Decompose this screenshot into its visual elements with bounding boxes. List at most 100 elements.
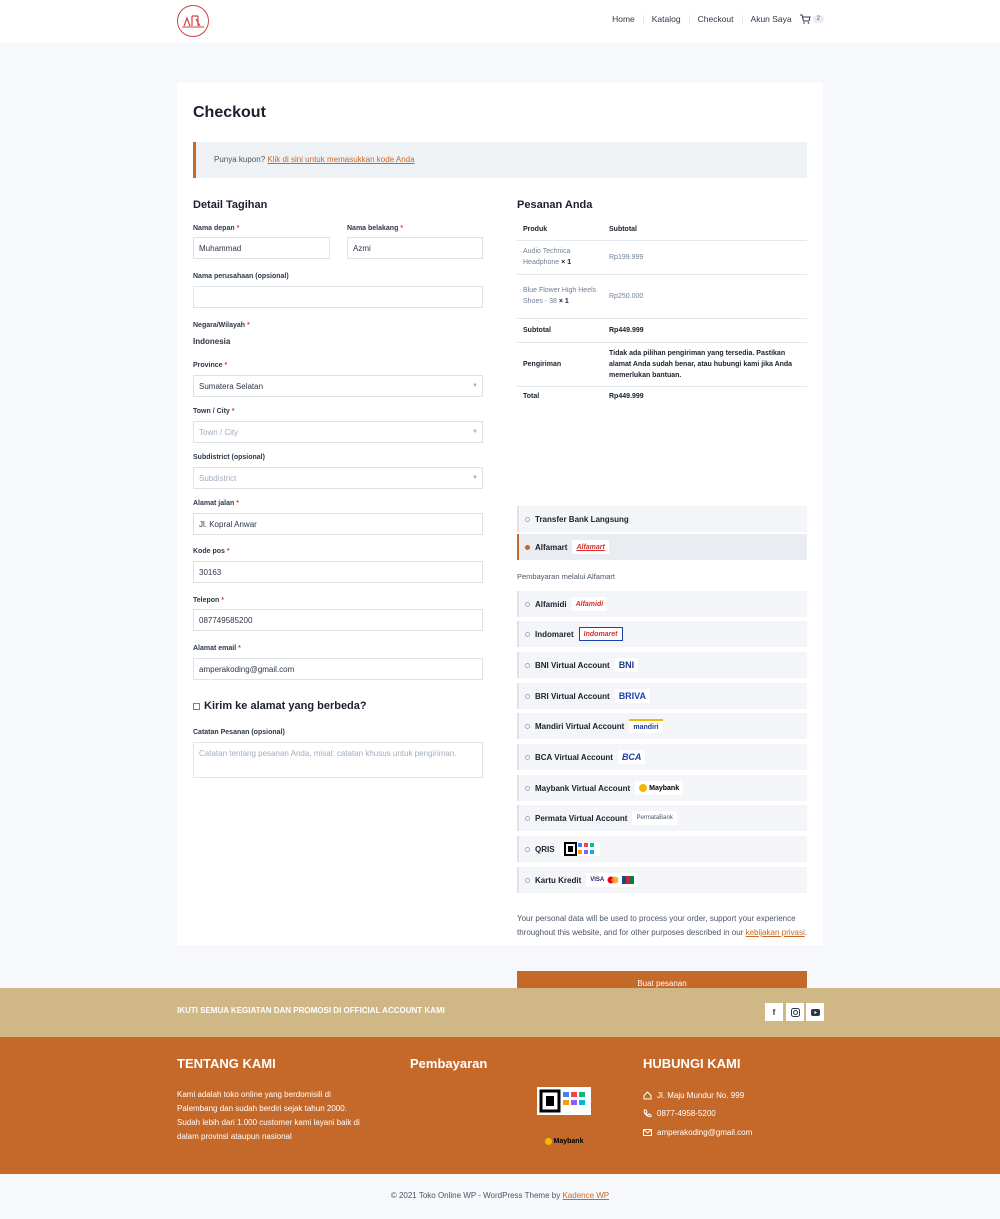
payment-option-credit-card[interactable]: Kartu Kredit VISA xyxy=(517,867,807,893)
payment-option-alfamart[interactable]: Alfamart Alfamart xyxy=(517,534,807,560)
product-name: Audio Technica Headphone × 1 xyxy=(517,239,603,274)
credit-link[interactable]: Kadence WP xyxy=(562,1191,609,1200)
copyright: © 2021 Toko Online WP - WordPress Theme … xyxy=(390,1191,610,1200)
footer-social-bar: IKUTI SEMUA KEGIATAN DAN PROMOSI DI OFFI… xyxy=(0,988,1000,1037)
nav-separator xyxy=(741,14,743,24)
coupon-notice: Punya kupon? Klik di sini untuk memasukk… xyxy=(193,142,807,178)
checkout-card: Checkout Punya kupon? Klik di sini untuk… xyxy=(177,83,823,995)
phone-label: Telepon * xyxy=(193,597,225,604)
nav-akun-saya[interactable]: Akun Saya xyxy=(751,14,792,24)
nav-home[interactable]: Home xyxy=(612,14,635,24)
payment-label: Indomaret xyxy=(535,629,574,639)
province-select[interactable]: Sumatera Selatan ▼ xyxy=(193,375,483,397)
town-select[interactable]: Town / City ▼ xyxy=(193,421,483,443)
radio-icon[interactable] xyxy=(525,754,530,760)
first-name-label: Nama depan * xyxy=(193,225,240,232)
radio-icon[interactable] xyxy=(525,723,530,729)
jcb-icon xyxy=(622,876,635,884)
payment-option-mandiri[interactable]: Mandiri Virtual Account mandiri xyxy=(517,713,807,739)
youtube-icon[interactable] xyxy=(806,1003,824,1021)
maybank-footer-logo: Maybank xyxy=(537,1134,591,1148)
instagram-icon[interactable] xyxy=(786,1003,804,1021)
col-product: Produk xyxy=(523,225,548,233)
email-input[interactable]: amperakoding@gmail.com xyxy=(193,658,483,680)
payment-label: Alfamidi xyxy=(535,599,567,609)
first-name-input[interactable]: Muhammad xyxy=(193,237,330,259)
payment-option-maybank[interactable]: Maybank Virtual Account Maybank xyxy=(517,775,807,801)
payment-option-alfamidi[interactable]: Alfamidi Alfamidi xyxy=(517,591,807,617)
payment-label: Maybank Virtual Account xyxy=(535,783,631,793)
privacy-notice: Your personal data will be used to proce… xyxy=(517,914,807,937)
contact-email[interactable]: amperakoding@gmail.com xyxy=(643,1128,752,1137)
payment-label: BCA Virtual Account xyxy=(535,752,613,762)
card-logos: VISA xyxy=(586,873,639,887)
radio-icon[interactable] xyxy=(525,693,530,699)
main-nav: Home Katalog Checkout Akun Saya 2 xyxy=(612,14,824,24)
radio-icon[interactable] xyxy=(525,631,530,637)
payment-option-bank-transfer[interactable]: Transfer Bank Langsung xyxy=(517,506,807,532)
order-notes-textarea[interactable]: Catatan tentang pesanan Anda, misal: cat… xyxy=(193,742,483,778)
nav-katalog[interactable]: Katalog xyxy=(652,14,681,24)
payment-title: Pembayaran xyxy=(410,1056,488,1071)
checkbox-box[interactable] xyxy=(193,702,200,710)
shipping-label: Pengiriman xyxy=(517,341,603,386)
address-input[interactable]: Jl. Kopral Anwar xyxy=(193,513,483,535)
payment-label: Mandiri Virtual Account xyxy=(535,721,625,731)
coupon-link[interactable]: Klik di sini untuk memasukkan kode Anda xyxy=(267,155,414,164)
contact-phone[interactable]: 0877-4958-5200 xyxy=(643,1109,716,1118)
social-bar-text: IKUTI SEMUA KEGIATAN DAN PROMOSI DI OFFI… xyxy=(177,1006,445,1015)
about-title: TENTANG KAMI xyxy=(177,1056,276,1071)
radio-icon[interactable] xyxy=(525,815,530,821)
town-label: Town / City * xyxy=(193,408,235,415)
mandiri-logo: mandiri xyxy=(629,719,663,733)
subdistrict-select[interactable]: Subdistrict ▼ xyxy=(193,467,483,489)
chevron-down-icon: ▼ xyxy=(472,429,478,435)
order-item-row: Audio Technica Headphone × 1 Rp199.999 xyxy=(517,239,807,274)
payment-description: Pembayaran melalui Alfamart xyxy=(517,572,615,581)
qris-footer-logo xyxy=(537,1087,591,1115)
radio-icon[interactable] xyxy=(525,601,530,607)
payment-label: Kartu Kredit xyxy=(535,875,582,885)
payment-label: Transfer Bank Langsung xyxy=(535,514,629,524)
payment-option-indomaret[interactable]: Indomaret Indomaret xyxy=(517,621,807,647)
radio-icon[interactable] xyxy=(525,877,530,883)
subtotal-label: Subtotal xyxy=(517,317,603,342)
payment-option-permata[interactable]: Permata Virtual Account PermataBank xyxy=(517,805,807,831)
order-table: Produk Subtotal Audio Technica Headphone … xyxy=(517,219,807,407)
radio-icon[interactable] xyxy=(525,662,530,668)
col-subtotal: Subtotal xyxy=(609,225,637,233)
last-name-input[interactable]: Azmi xyxy=(347,237,483,259)
notes-label: Catatan Pesanan (opsional) xyxy=(193,729,285,736)
privacy-policy-link[interactable]: kebijakan privasi xyxy=(746,928,805,937)
payment-option-bri[interactable]: BRI Virtual Account BRIVA xyxy=(517,683,807,709)
qris-logo xyxy=(559,842,600,856)
nav-checkout[interactable]: Checkout xyxy=(698,14,734,24)
payment-option-qris[interactable]: QRIS xyxy=(517,836,807,862)
radio-icon[interactable] xyxy=(525,544,530,550)
billing-title: Detail Tagihan xyxy=(193,199,268,211)
radio-icon[interactable] xyxy=(525,516,530,522)
radio-icon[interactable] xyxy=(525,785,530,791)
company-input[interactable] xyxy=(193,286,483,308)
facebook-icon[interactable]: f xyxy=(765,1003,783,1021)
ship-different-checkbox[interactable]: Kirim ke alamat yang berbeda? xyxy=(193,700,367,712)
payment-option-bca[interactable]: BCA Virtual Account BCA xyxy=(517,744,807,770)
alfamidi-logo: Alfamidi xyxy=(571,597,608,611)
site-header: Home Katalog Checkout Akun Saya 2 xyxy=(0,0,1000,42)
country-label: Negara/Wilayah * xyxy=(193,322,250,329)
radio-icon[interactable] xyxy=(525,846,530,852)
footer-main: TENTANG KAMI Kami adalah toko online yan… xyxy=(0,1037,1000,1174)
postcode-input[interactable]: 30163 xyxy=(193,561,483,583)
mail-icon xyxy=(643,1129,652,1136)
payment-option-bni[interactable]: BNI Virtual Account BNI xyxy=(517,652,807,678)
contact-address: Jl. Maju Mundur No. 999 xyxy=(643,1091,744,1100)
site-logo[interactable] xyxy=(177,5,209,37)
province-label: Province * xyxy=(193,362,228,369)
cart-count-badge: 2 xyxy=(812,15,824,23)
cart-button[interactable]: 2 xyxy=(799,14,824,24)
address-label: Alamat jalan * xyxy=(193,500,239,507)
payment-label: QRIS xyxy=(535,844,555,854)
phone-input[interactable]: 087749585200 xyxy=(193,609,483,631)
subtotal-value: Rp449.999 xyxy=(603,317,807,342)
alfamart-logo: Alfamart xyxy=(572,540,609,554)
